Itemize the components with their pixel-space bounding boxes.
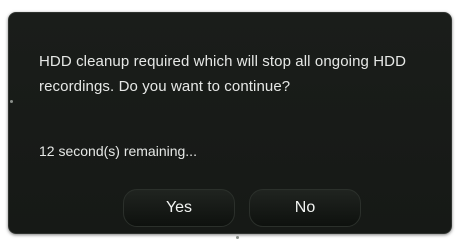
countdown-text: 12 second(s) remaining... (39, 143, 197, 159)
no-button[interactable]: No (249, 189, 361, 227)
dialog-message: HDD cleanup required which will stop all… (39, 53, 407, 95)
yes-button[interactable]: Yes (123, 189, 235, 227)
edge-marker-left (10, 100, 13, 103)
hdd-cleanup-dialog: HDD cleanup required which will stop all… (8, 12, 452, 234)
edge-marker-bottom (236, 236, 239, 239)
